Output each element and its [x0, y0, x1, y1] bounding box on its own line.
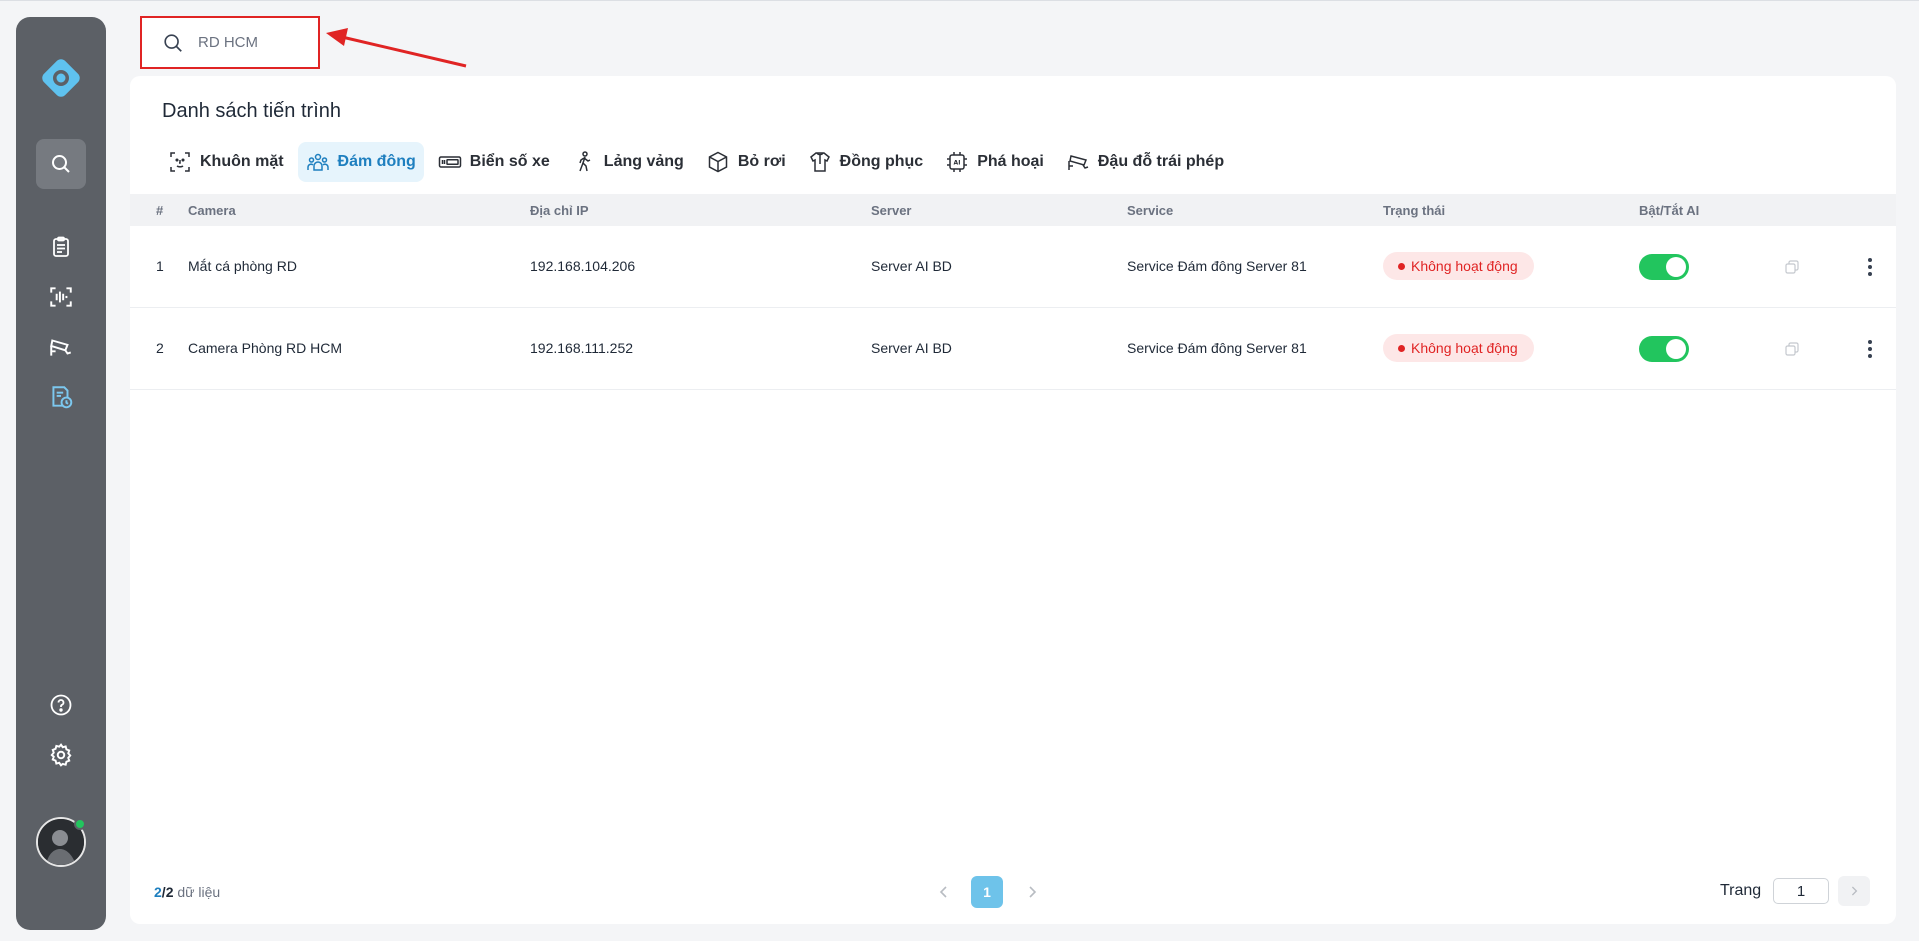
- tab-illegal-parking[interactable]: Đậu đỗ trái phép: [1058, 142, 1232, 182]
- page-number-input[interactable]: [1773, 878, 1829, 904]
- copy-icon[interactable]: [1784, 341, 1800, 357]
- report-clock-icon: [52, 386, 73, 409]
- server-name: Server AI BD: [871, 340, 952, 356]
- tab-label: Phá hoại: [977, 153, 1044, 170]
- search-input[interactable]: [198, 34, 318, 51]
- column-header-service[interactable]: Service: [1127, 203, 1173, 218]
- tab-label: Đồng phục: [839, 153, 924, 170]
- search-icon: [52, 155, 70, 173]
- sidebar-item-clipboard[interactable]: [36, 222, 86, 272]
- sidebar-item-settings[interactable]: [36, 730, 86, 780]
- tab-label: Lảng vảng: [603, 153, 684, 170]
- more-vertical-icon[interactable]: [1860, 256, 1880, 278]
- face-scan-icon: [50, 287, 72, 307]
- sidebar: [16, 17, 106, 930]
- tab-face[interactable]: Khuôn mặt: [160, 142, 292, 182]
- tab-loitering[interactable]: Lảng vảng: [564, 142, 692, 182]
- tab-license-plate[interactable]: Biển số xe: [430, 142, 558, 182]
- ip-address: 192.168.111.252: [530, 340, 634, 356]
- column-header-server[interactable]: Server: [871, 203, 911, 218]
- tab-abandoned[interactable]: Bỏ rơi: [698, 142, 794, 182]
- ai-toggle[interactable]: [1639, 336, 1689, 362]
- server-name: Server AI BD: [871, 258, 952, 274]
- chevron-right-icon[interactable]: [1022, 882, 1042, 902]
- gear-icon: [50, 743, 72, 767]
- box-icon: [708, 151, 728, 173]
- license-plate-icon: [438, 156, 462, 168]
- service-name: Service Đám đông Server 81: [1127, 258, 1307, 274]
- tab-label: Đậu đỗ trái phép: [1097, 153, 1225, 170]
- ai-toggle[interactable]: [1639, 254, 1689, 280]
- sidebar-item-scan[interactable]: [36, 272, 86, 322]
- pagination-page-1[interactable]: 1: [971, 876, 1003, 908]
- sidebar-item-camera[interactable]: [36, 322, 86, 372]
- cctv-camera-icon: [50, 339, 72, 356]
- row-index: 1: [156, 258, 164, 274]
- shirt-icon: [809, 152, 830, 172]
- top-border: [0, 0, 1919, 1]
- more-vertical-icon[interactable]: [1860, 338, 1880, 360]
- chevron-right-icon: [1851, 886, 1858, 896]
- walking-person-icon: [579, 151, 591, 172]
- column-header-camera[interactable]: Camera: [188, 203, 236, 218]
- cctv-camera-icon: [1068, 155, 1089, 170]
- tab-label: Biển số xe: [469, 153, 550, 170]
- page-title: Danh sách tiến trình: [162, 100, 341, 122]
- online-status-dot: [74, 818, 86, 830]
- toggle-knob: [1666, 339, 1686, 359]
- toggle-knob: [1666, 257, 1686, 277]
- process-panel: Danh sách tiến trình Khuôn mặt Đám đông: [130, 76, 1896, 924]
- record-count: 2/2 dữ liệu: [154, 884, 220, 900]
- face-icon: [170, 152, 190, 172]
- tab-vandalism[interactable]: AI Phá hoại: [937, 142, 1052, 182]
- tab-label: Khuôn mặt: [200, 153, 284, 170]
- table-header: # Camera Địa chỉ IP Server Service Trạng…: [130, 194, 1896, 226]
- column-header-index: #: [156, 203, 164, 218]
- go-to-page-button[interactable]: [1838, 876, 1870, 906]
- search-box[interactable]: [140, 16, 320, 69]
- service-name: Service Đám đông Server 81: [1127, 340, 1307, 356]
- camera-name: Camera Phòng RD HCM: [188, 340, 343, 356]
- table-row[interactable]: 1 Mắt cá phòng RD 192.168.104.206 Server…: [130, 226, 1896, 308]
- tab-label: Đám đông: [337, 153, 416, 170]
- help-icon: [50, 694, 72, 716]
- row-index: 2: [156, 340, 164, 356]
- column-header-status[interactable]: Trạng thái: [1383, 203, 1445, 218]
- column-header-ip[interactable]: Địa chỉ IP: [530, 203, 589, 218]
- clipboard-icon: [53, 236, 69, 257]
- svg-text:AI: AI: [954, 160, 961, 167]
- sidebar-item-report[interactable]: [36, 372, 86, 422]
- tab-label: Bỏ rơi: [737, 153, 786, 170]
- column-header-ai-toggle: Bật/Tắt AI: [1639, 203, 1700, 218]
- copy-icon[interactable]: [1784, 259, 1800, 275]
- tab-uniform[interactable]: Đồng phục: [800, 142, 932, 182]
- ai-chip-icon: AI: [947, 152, 968, 172]
- status-badge: Không hoạt động: [1383, 334, 1534, 362]
- chevron-left-icon[interactable]: [934, 882, 954, 902]
- status-badge: Không hoạt động: [1383, 252, 1534, 280]
- search-icon: [164, 33, 182, 52]
- crowd-icon: [306, 153, 329, 171]
- shown-count: 2: [154, 884, 162, 900]
- sidebar-item-help[interactable]: [36, 680, 86, 730]
- annotation-arrow: [326, 28, 467, 68]
- ip-address: 192.168.104.206: [530, 258, 636, 274]
- table-row[interactable]: 2 Camera Phòng RD HCM 192.168.111.252 Se…: [130, 308, 1896, 390]
- app-logo[interactable]: [38, 55, 84, 101]
- page-label: Trang: [1720, 882, 1762, 899]
- tab-bar: Khuôn mặt Đám đông Biển số xe Lảng vảng: [160, 142, 1232, 182]
- camera-name: Mắt cá phòng RD: [188, 258, 297, 274]
- sidebar-item-search[interactable]: [36, 139, 86, 189]
- tab-crowd[interactable]: Đám đông: [297, 142, 424, 182]
- count-suffix: dữ liệu: [173, 884, 221, 900]
